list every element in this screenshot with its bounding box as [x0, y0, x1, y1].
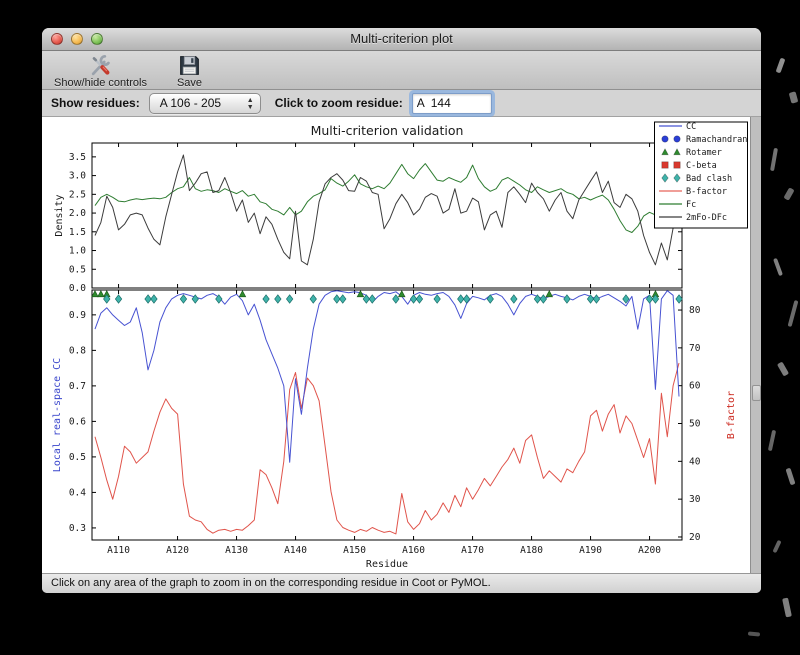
svg-text:0.9: 0.9 [69, 310, 86, 321]
background-artifact [775, 57, 786, 74]
svg-text:Rotamer: Rotamer [686, 148, 722, 158]
svg-text:A170: A170 [461, 545, 484, 556]
svg-text:Multi-criterion validation: Multi-criterion validation [311, 123, 464, 138]
svg-text:A190: A190 [579, 545, 602, 556]
svg-text:CC: CC [686, 122, 696, 132]
svg-text:B-factor: B-factor [726, 391, 737, 439]
svg-text:Bad clash: Bad clash [686, 174, 732, 184]
background-artifact [785, 467, 796, 486]
svg-text:A120: A120 [166, 545, 189, 556]
window-title: Multi-criterion plot [350, 31, 453, 46]
svg-text:70: 70 [689, 343, 701, 354]
floppy-disk-icon [180, 56, 199, 75]
svg-text:Residue: Residue [366, 559, 408, 570]
svg-text:0.4: 0.4 [69, 487, 86, 498]
toolbar: Show/hide controls Save [42, 51, 761, 90]
svg-text:A160: A160 [402, 545, 425, 556]
svg-text:3.5: 3.5 [69, 152, 86, 163]
show-residues-select[interactable]: A 106 - 205 ▲ ▼ [148, 92, 261, 114]
svg-text:0.5: 0.5 [69, 264, 86, 275]
stepper-arrows-icon: ▲ ▼ [246, 96, 254, 111]
background-artifact [776, 361, 790, 377]
svg-text:0.7: 0.7 [69, 381, 86, 392]
background-artifact [767, 429, 777, 452]
svg-text:0.0: 0.0 [69, 283, 86, 294]
svg-text:1.0: 1.0 [69, 246, 86, 257]
background-artifact [787, 299, 799, 328]
svg-text:60: 60 [689, 381, 701, 392]
svg-text:A110: A110 [107, 545, 130, 556]
window-titlebar[interactable]: Multi-criterion plot [42, 28, 761, 51]
show-residues-label: Show residues: [51, 96, 140, 110]
background-artifact [747, 631, 761, 637]
svg-text:0.6: 0.6 [69, 416, 86, 427]
close-button[interactable] [51, 33, 63, 45]
status-bar: Click on any area of the graph to zoom i… [42, 573, 761, 593]
svg-text:A140: A140 [284, 545, 307, 556]
svg-text:B-factor: B-factor [686, 187, 727, 197]
minimize-button[interactable] [71, 33, 83, 45]
svg-text:0.3: 0.3 [69, 523, 86, 534]
svg-text:20: 20 [689, 532, 701, 543]
window-controls [51, 33, 103, 45]
scrollbar-thumb[interactable] [752, 385, 761, 401]
svg-text:A180: A180 [520, 545, 543, 556]
background-artifact [773, 257, 783, 277]
svg-text:Ramachandran: Ramachandran [686, 135, 747, 145]
background-artifact [788, 91, 799, 104]
svg-text:0.8: 0.8 [69, 345, 86, 356]
zoom-residue-label: Click to zoom residue: [274, 96, 403, 110]
svg-text:2.5: 2.5 [69, 189, 86, 200]
plot-canvas[interactable]: A110 A120 A130 A140 A150 A160 A170 A180 A190 A200… [42, 117, 761, 573]
controls-bar: Show residues: A 106 - 205 ▲ ▼ Click to z… [42, 90, 761, 117]
status-message: Click on any area of the graph to zoom i… [51, 577, 491, 589]
app-window: Multi-criterion plot Show/hide controls [42, 28, 761, 593]
svg-text:0.5: 0.5 [69, 452, 86, 463]
svg-text:3.0: 3.0 [69, 171, 86, 182]
svg-text:80: 80 [689, 305, 701, 316]
show-residues-value: A 106 - 205 [159, 95, 222, 110]
svg-text:A130: A130 [225, 545, 248, 556]
svg-text:C-beta: C-beta [686, 161, 717, 171]
svg-text:Local real-space CC: Local real-space CC [52, 358, 63, 472]
svg-text:A150: A150 [343, 545, 366, 556]
svg-text:Density: Density [54, 194, 65, 236]
background-artifact [772, 539, 782, 554]
save-button[interactable]: Save [171, 52, 208, 90]
zoom-button[interactable] [91, 33, 103, 45]
background-artifact [783, 187, 795, 201]
tools-icon [91, 54, 110, 76]
svg-text:2.0: 2.0 [69, 208, 86, 219]
svg-text:40: 40 [689, 456, 701, 467]
vertical-scrollbar[interactable] [750, 117, 761, 573]
svg-text:30: 30 [689, 494, 701, 505]
background-artifact [782, 597, 792, 618]
show-hide-controls-button[interactable]: Show/hide controls [48, 52, 153, 90]
toolbar-item-label: Save [176, 77, 203, 89]
desktop-background: { "window": { "title": "Multi-criterion … [0, 0, 800, 655]
svg-text:Fc: Fc [686, 200, 696, 210]
svg-text:A200: A200 [638, 545, 661, 556]
multi-criterion-figure[interactable]: A110 A120 A130 A140 A150 A160 A170 A180 A190 A200… [42, 117, 750, 573]
zoom-residue-input[interactable] [411, 92, 492, 114]
svg-text:50: 50 [689, 419, 701, 430]
toolbar-item-label: Show/hide controls [54, 77, 147, 89]
svg-text:1.5: 1.5 [69, 227, 86, 238]
svg-text:2mFo-DFc: 2mFo-DFc [686, 213, 727, 223]
background-artifact [770, 147, 778, 172]
